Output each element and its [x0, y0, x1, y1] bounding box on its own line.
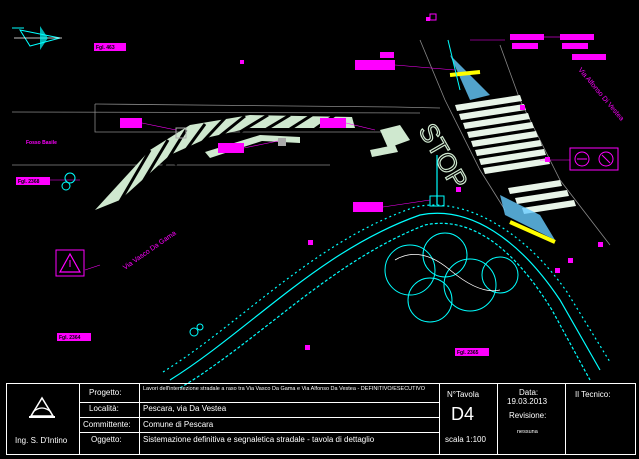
data-value: 19.03.2013	[507, 397, 548, 406]
north-arrow-icon	[14, 26, 62, 50]
svg-text:Fgl. 2365: Fgl. 2365	[457, 350, 479, 356]
parcel-label-top: Fgl. 463	[94, 43, 126, 51]
localita-label: Località:	[89, 404, 119, 413]
committente-label: Committente:	[83, 420, 131, 429]
title-block: Ing. S. D'Intino Progetto: Lavori dell'i…	[6, 383, 636, 455]
tavola-label: N°Tavola	[447, 390, 480, 399]
corner-marker	[429, 13, 437, 21]
oggetto-label: Oggetto:	[91, 435, 122, 444]
tecnico-label: Il Tecnico:	[575, 390, 611, 399]
oggetto-value: Sistemazione definitiva e segnaletica st…	[143, 435, 375, 444]
author-logo-icon	[27, 394, 57, 420]
stop-road-marking: STOP	[413, 118, 474, 194]
committente-value: Comune di Pescara	[143, 420, 214, 429]
stop-line-hatching	[370, 125, 410, 157]
tavola-value: D4	[451, 404, 475, 424]
street-label-vasco-da-gama: Via Vasco Da Gama	[122, 230, 178, 272]
scale-label: scala 1:100	[445, 435, 486, 444]
svg-text:Fosso Basile: Fosso Basile	[26, 140, 57, 146]
street-label-di-vestea: Via Alfonso Di Vestea	[576, 67, 624, 123]
svg-text:Fgl. 2364: Fgl. 2364	[59, 335, 81, 341]
author-name: Ing. S. D'Intino	[15, 436, 68, 445]
parcel-label-fosso: Fosso Basile	[26, 140, 57, 146]
svg-text:Fgl. 2368: Fgl. 2368	[18, 179, 40, 185]
signage-icon	[569, 147, 619, 171]
parcel-label-left: Fgl. 2368	[16, 177, 50, 185]
progetto-label: Progetto:	[89, 388, 122, 397]
utility-box-2	[278, 138, 286, 146]
parcel-label-bottom-right: Fgl. 2365	[455, 348, 489, 356]
revisione-label: Revisione:	[509, 411, 547, 420]
svg-text:Fgl. 463: Fgl. 463	[96, 45, 115, 51]
parcel-label-bottom-left: Fgl. 2364	[57, 333, 91, 341]
tree-icon	[384, 232, 519, 323]
warning-sign-icon	[55, 249, 85, 277]
localita-value: Pescara, via Da Vestea	[143, 404, 227, 413]
revisione-value: nessuna	[517, 429, 538, 435]
pedestrian-crossing-top	[455, 95, 576, 214]
progetto-value: Lavori dell'intersezione stradale a raso…	[143, 386, 425, 392]
